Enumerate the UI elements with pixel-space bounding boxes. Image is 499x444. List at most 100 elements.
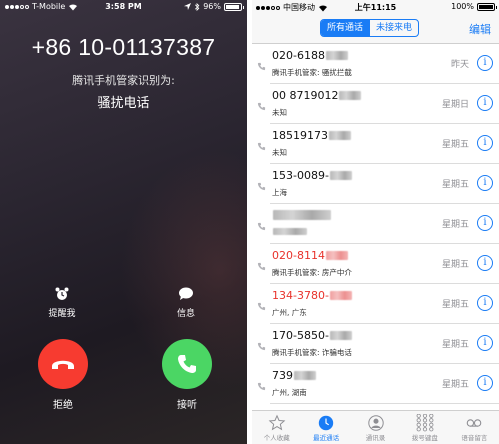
info-icon[interactable]: i	[477, 295, 493, 311]
call-number: 170-5850-	[272, 329, 352, 342]
redacted-digits	[339, 91, 362, 100]
call-row[interactable]: 020-6188 腾讯手机管家: 骚扰拦截 昨天 i	[252, 44, 499, 84]
accept-button[interactable]	[162, 339, 212, 389]
call-row[interactable]: 星期五 i	[252, 204, 499, 244]
status-bar: T-Mobile 3:58 PM 96%	[0, 0, 247, 14]
call-row[interactable]: 134-3780- 广州, 广东 星期五 i	[252, 284, 499, 324]
contacts-icon	[367, 415, 384, 431]
tab-clock[interactable]: 最近通话	[301, 411, 350, 444]
outgoing-call-icon	[257, 382, 266, 391]
outgoing-call-icon	[257, 182, 266, 191]
star-icon	[268, 414, 286, 431]
call-day: 星期五	[441, 140, 469, 150]
battery-percent: 96%	[203, 2, 221, 11]
tab-label: 语音留言	[461, 434, 488, 442]
recents-screen: 中国移动 上午11:15 100% 所有通话 未接来电 编辑 020-6188 腾…	[252, 0, 499, 444]
battery-icon	[224, 2, 244, 11]
call-caption	[272, 227, 307, 236]
redacted-caption	[273, 228, 307, 235]
recent-calls-list: 020-6188 腾讯手机管家: 骚扰拦截 昨天 i 00 8719012 未知 星期日 i 1…	[252, 44, 499, 404]
call-number-text: 00 8719012	[272, 89, 339, 102]
redacted-digits	[329, 331, 352, 340]
remind-me-button[interactable]: 提醒我	[32, 286, 92, 319]
redacted-digits	[329, 131, 351, 140]
call-day: 星期五	[441, 380, 469, 390]
call-row[interactable]: 739 广州, 湖南 星期五 i	[252, 364, 499, 404]
tab-label: 拨号键盘	[411, 434, 438, 442]
message-bubble-icon	[179, 287, 193, 300]
call-number-text: 18519173	[272, 129, 328, 142]
clock-icon	[318, 415, 334, 431]
hang-up-icon	[52, 360, 74, 369]
redacted-digits	[329, 171, 352, 180]
call-caption: 腾讯手机管家: 诈骗电话	[272, 348, 352, 357]
keypad-icon	[416, 414, 434, 432]
filter-segmented-control: 所有通话 未接来电	[320, 19, 420, 37]
call-row[interactable]: 170-5850- 腾讯手机管家: 诈骗电话 星期五 i	[252, 324, 499, 364]
outgoing-call-icon	[257, 102, 266, 111]
battery-icon	[477, 2, 497, 11]
info-icon[interactable]: i	[477, 135, 493, 151]
status-bar: 中国移动 上午11:15 100%	[252, 0, 499, 14]
call-row[interactable]: 18519173 未知 星期五 i	[252, 124, 499, 164]
battery-percent: 100%	[451, 2, 474, 11]
decline-label: 拒绝	[53, 400, 73, 411]
info-icon[interactable]: i	[477, 375, 493, 391]
call-caption: 广州, 广东	[272, 308, 307, 317]
redacted-digits	[273, 210, 331, 220]
tab-star[interactable]: 个人收藏	[252, 411, 301, 444]
call-number: 153-0089-	[272, 169, 352, 182]
segment-all-calls[interactable]: 所有通话	[321, 20, 370, 36]
call-caption: 未知	[272, 148, 287, 157]
call-day: 星期五	[441, 340, 469, 350]
caller-tag: 骚扰电话	[97, 96, 150, 111]
outgoing-call-icon	[257, 262, 266, 271]
tab-bar: 个人收藏 最近通话 通讯录 拨号键盘 语音留言	[252, 410, 499, 444]
alarm-clock-icon	[55, 287, 69, 300]
message-button[interactable]: 信息	[156, 286, 216, 319]
call-number-text: 153-0089-	[272, 169, 329, 182]
redacted-digits	[294, 371, 316, 380]
message-label: 信息	[176, 309, 195, 319]
info-icon[interactable]: i	[477, 55, 493, 71]
redacted-digits	[325, 51, 348, 60]
call-number: 020-6188	[272, 49, 348, 62]
call-caption: 腾讯手机管家: 骚扰拦截	[272, 68, 352, 77]
call-number: 00 8719012	[272, 89, 362, 102]
call-number-text: 020-8114	[272, 249, 325, 262]
decline-button[interactable]	[38, 339, 88, 389]
call-day: 星期五	[441, 260, 469, 270]
info-icon[interactable]: i	[477, 175, 493, 191]
info-icon[interactable]: i	[477, 215, 493, 231]
call-row[interactable]: 153-0089- 上海 星期五 i	[252, 164, 499, 204]
call-day: 星期五	[441, 180, 469, 190]
call-number: 18519173	[272, 129, 351, 142]
bluetooth-icon	[195, 2, 200, 11]
call-day: 星期五	[441, 220, 469, 230]
outgoing-call-icon	[257, 342, 266, 351]
call-row[interactable]: 020-8114 腾讯手机管家: 房产中介 星期五 i	[252, 244, 499, 284]
info-icon[interactable]: i	[477, 255, 493, 271]
call-number: 134-3780-	[272, 289, 352, 302]
tab-contacts[interactable]: 通讯录	[351, 411, 400, 444]
accept-label: 接听	[177, 400, 197, 411]
redacted-digits	[329, 291, 352, 300]
outgoing-call-icon	[257, 222, 266, 231]
caller-identified-by: 腾讯手机管家识别为:	[72, 74, 175, 87]
call-number: 739	[272, 369, 316, 382]
segment-missed-calls[interactable]: 未接来电	[369, 20, 418, 36]
tab-label: 个人收藏	[263, 434, 290, 442]
outgoing-call-icon	[257, 142, 266, 151]
tab-keypad[interactable]: 拨号键盘	[400, 411, 449, 444]
call-day: 昨天	[450, 60, 469, 70]
call-day: 星期日	[441, 100, 469, 110]
call-number-text: 739	[272, 369, 293, 382]
info-icon[interactable]: i	[477, 335, 493, 351]
call-day: 星期五	[441, 300, 469, 310]
tab-voicemail[interactable]: 语音留言	[450, 411, 499, 444]
info-icon[interactable]: i	[477, 95, 493, 111]
edit-button[interactable]: 编辑	[469, 21, 491, 37]
redacted-digits	[325, 251, 348, 260]
call-number-text: 170-5850-	[272, 329, 329, 342]
call-row[interactable]: 00 8719012 未知 星期日 i	[252, 84, 499, 124]
